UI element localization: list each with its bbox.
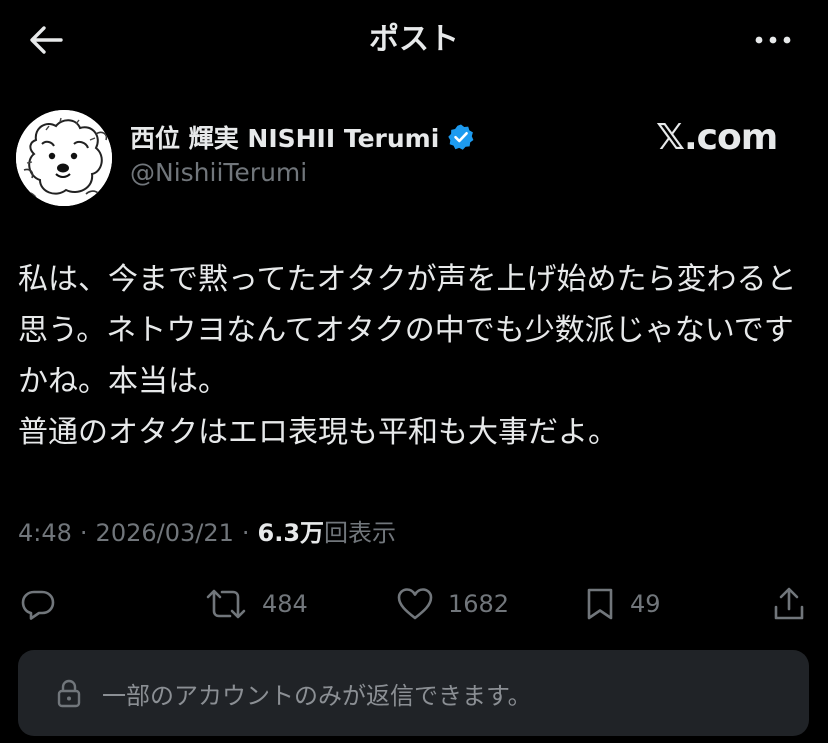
author-name-row: 西位 輝実 NISHII Terumi xyxy=(130,118,475,156)
meta-separator: · xyxy=(79,519,88,547)
more-horizontal-icon xyxy=(755,36,791,44)
post-meta: 4:48 · 2026/03/21 · 6.3万 回表示 xyxy=(18,513,396,548)
meta-separator-2: · xyxy=(241,519,250,547)
views-count[interactable]: 6.3万 xyxy=(258,513,325,548)
repost-button[interactable]: 484 xyxy=(204,580,308,628)
like-button[interactable]: 1682 xyxy=(396,580,509,628)
reply-icon xyxy=(21,590,55,620)
verified-badge-icon xyxy=(447,123,475,151)
avatar[interactable] xyxy=(16,110,112,206)
bookmark-icon xyxy=(587,588,613,620)
share-button[interactable] xyxy=(772,580,806,628)
bookmark-button[interactable]: 49 xyxy=(584,580,661,628)
repost-count: 484 xyxy=(262,590,308,618)
action-bar: 484 1682 49 xyxy=(0,580,828,628)
views-label: 回表示 xyxy=(324,519,397,547)
repost-icon xyxy=(206,589,246,619)
post-text: 私は、今まで黙ってたオタクが声を上げ始めたら変わると思う。ネトウヨなんてオタクの… xyxy=(18,262,797,450)
author-handle[interactable]: @NishiiTerumi xyxy=(130,158,307,187)
dog-illustration-avatar xyxy=(16,110,112,206)
reply-restriction-text: 一部のアカウントのみが返信できます。 xyxy=(102,681,532,710)
reply-restriction-banner: 一部のアカウントのみが返信できます。 xyxy=(18,650,809,736)
x-com-logo: 𝕏.com xyxy=(656,117,778,158)
post-date[interactable]: 2026/03/21 xyxy=(96,519,234,547)
page-title: ポスト xyxy=(369,22,459,57)
post-time[interactable]: 4:48 xyxy=(18,519,72,547)
author-name[interactable]: 西位 輝実 NISHII Terumi xyxy=(130,119,439,155)
heart-icon xyxy=(397,588,433,620)
bookmark-count: 49 xyxy=(630,590,661,618)
like-count: 1682 xyxy=(448,590,510,618)
share-icon xyxy=(774,587,804,620)
top-bar: ポスト xyxy=(0,0,828,80)
more-options-button[interactable] xyxy=(748,22,798,58)
reply-button[interactable] xyxy=(20,580,56,628)
lock-icon xyxy=(56,678,82,708)
